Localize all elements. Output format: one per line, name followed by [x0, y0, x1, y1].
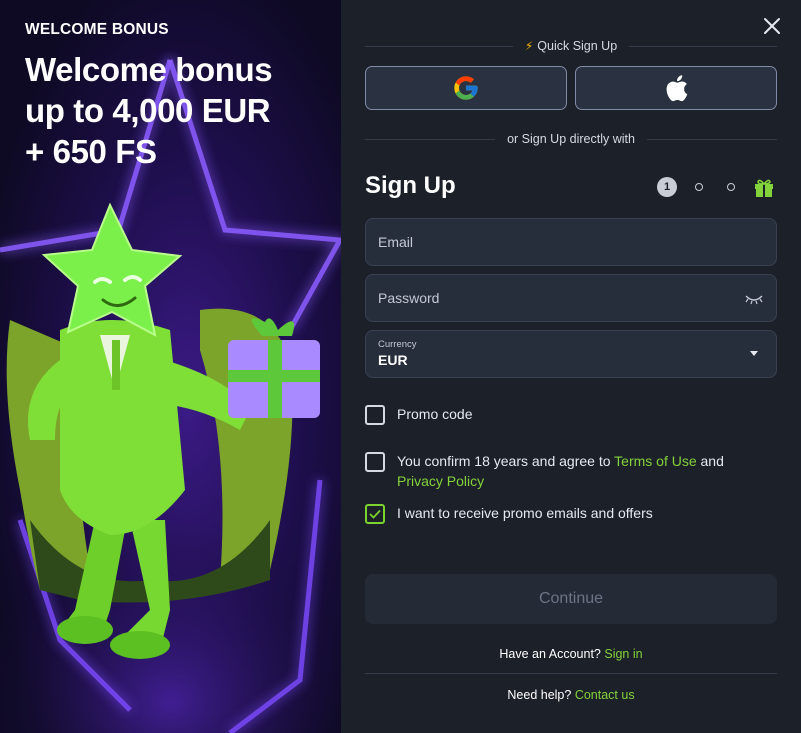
- promo-emails-checkbox[interactable]: [365, 504, 385, 524]
- currency-select[interactable]: Currency EUR: [365, 330, 777, 378]
- direct-signup-divider: or Sign Up directly with: [365, 130, 778, 148]
- direct-signup-label: or Sign Up directly with: [507, 132, 635, 146]
- privacy-policy-link[interactable]: Privacy Policy: [397, 473, 484, 489]
- headline-line-2: up to 4,000 EUR: [25, 92, 271, 129]
- chevron-down-icon: [750, 351, 758, 356]
- contact-us-link[interactable]: Contact us: [575, 688, 635, 702]
- quick-signup-label: Quick Sign Up: [537, 39, 618, 53]
- headline-line-1: Welcome bonus: [25, 51, 273, 88]
- currency-label: Currency: [378, 339, 417, 350]
- age-terms-checkbox[interactable]: [365, 452, 385, 472]
- currency-value: EUR: [378, 352, 408, 368]
- age-terms-text: You confirm 18 years and agree to Terms …: [397, 453, 724, 489]
- close-icon[interactable]: [760, 14, 784, 38]
- eye-closed-icon[interactable]: [744, 293, 764, 305]
- apple-signup-button[interactable]: [575, 66, 777, 110]
- headline-line-3: + 650 FS: [25, 133, 157, 170]
- email-placeholder: Email: [378, 234, 414, 250]
- step-dot: [727, 183, 735, 191]
- footer-divider: [365, 673, 777, 674]
- page-title: Sign Up: [365, 172, 456, 199]
- promo-emails-label: I want to receive promo emails and offer…: [397, 505, 653, 521]
- google-signup-button[interactable]: [365, 66, 567, 110]
- password-field[interactable]: Password: [365, 274, 777, 322]
- sign-in-link[interactable]: Sign in: [604, 647, 642, 661]
- promo-headline: Welcome bonus up to 4,000 EUR + 650 FS: [25, 49, 325, 172]
- quick-signup-divider: ⚡ Quick Sign Up: [365, 37, 777, 55]
- step-indicator: 1: [657, 176, 777, 198]
- password-placeholder: Password: [378, 290, 440, 306]
- promo-code-checkbox[interactable]: [365, 405, 385, 425]
- promo-panel: WELCOME BONUS Welcome bonus up to 4,000 …: [0, 0, 341, 733]
- need-help-line: Need help? Contact us: [507, 688, 635, 702]
- promo-kicker: WELCOME BONUS: [25, 21, 169, 38]
- signup-form-panel: ⚡ Quick Sign Up or Sign Up directly with…: [341, 0, 801, 733]
- checkmark-icon: [369, 509, 381, 519]
- apple-icon: [666, 75, 688, 102]
- step-dot: [695, 183, 703, 191]
- mascot-illustration: [6, 202, 320, 659]
- gift-icon: [755, 179, 773, 197]
- lightning-icon: ⚡: [524, 39, 534, 53]
- promo-code-label: Promo code: [397, 406, 473, 422]
- promo-code-row: Promo code: [365, 404, 777, 425]
- step-current: 1: [657, 177, 677, 197]
- continue-button[interactable]: Continue: [365, 574, 777, 624]
- promo-emails-row: I want to receive promo emails and offer…: [365, 503, 777, 524]
- google-icon: [454, 76, 478, 100]
- have-account-line: Have an Account? Sign in: [499, 647, 643, 661]
- age-terms-row: You confirm 18 years and agree to Terms …: [365, 451, 777, 491]
- email-field[interactable]: Email: [365, 218, 777, 266]
- terms-of-use-link[interactable]: Terms of Use: [614, 453, 696, 469]
